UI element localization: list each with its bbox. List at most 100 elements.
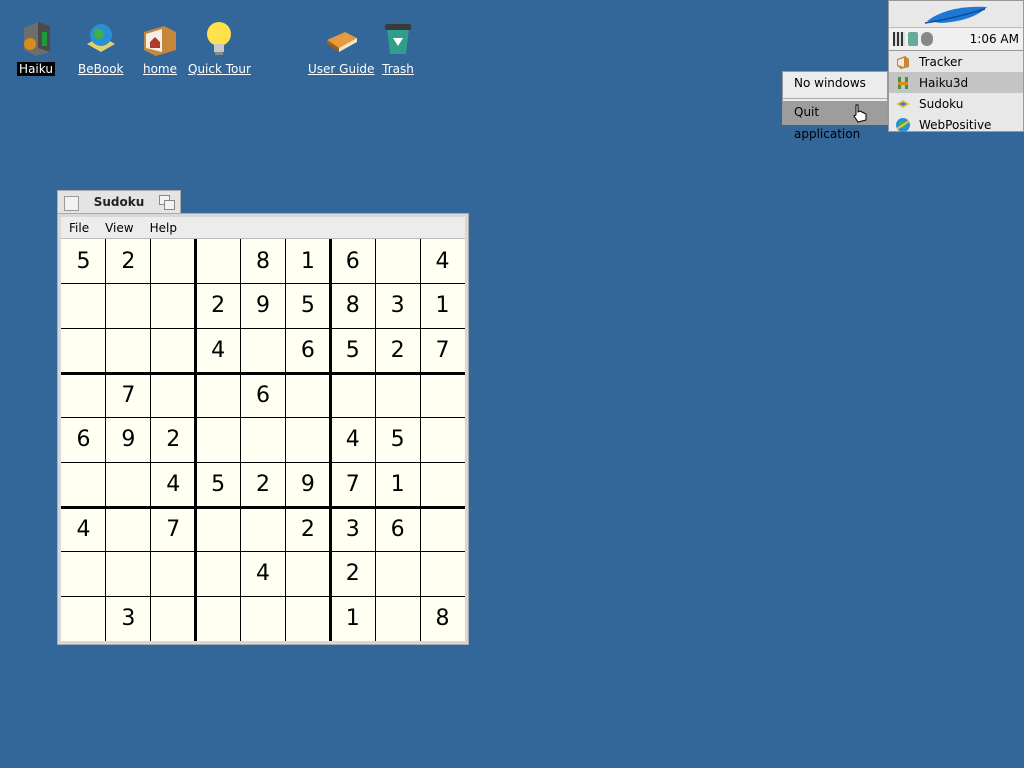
sudoku-cell[interactable]: 5 xyxy=(375,418,420,463)
menu-file[interactable]: File xyxy=(61,221,97,235)
sudoku-cell[interactable]: 3 xyxy=(106,596,151,641)
network-icon[interactable] xyxy=(908,32,918,46)
sudoku-cell[interactable]: 5 xyxy=(330,328,375,373)
sudoku-cell[interactable]: 4 xyxy=(330,418,375,463)
sudoku-cell[interactable]: 8 xyxy=(420,596,465,641)
sudoku-grid[interactable]: 5281642958314652776692454529714723642318 xyxy=(61,239,465,641)
sudoku-cell[interactable] xyxy=(285,373,330,418)
sudoku-cell[interactable] xyxy=(196,507,241,552)
sudoku-cell[interactable] xyxy=(196,418,241,463)
desktop-icon-haiku[interactable]: Haiku xyxy=(16,18,56,77)
sudoku-cell[interactable] xyxy=(61,328,106,373)
menu-help[interactable]: Help xyxy=(142,221,185,235)
sudoku-cell[interactable]: 2 xyxy=(375,328,420,373)
sudoku-cell[interactable] xyxy=(151,373,196,418)
sudoku-cell[interactable] xyxy=(106,284,151,329)
sudoku-cell[interactable]: 4 xyxy=(241,552,286,597)
sudoku-cell[interactable]: 5 xyxy=(285,284,330,329)
sudoku-cell[interactable]: 1 xyxy=(420,284,465,329)
sudoku-cell[interactable]: 7 xyxy=(420,328,465,373)
sudoku-cell[interactable]: 2 xyxy=(241,462,286,507)
menu-view[interactable]: View xyxy=(97,221,141,235)
sudoku-cell[interactable]: 6 xyxy=(330,239,375,284)
window-zoom-button[interactable] xyxy=(159,195,175,210)
sudoku-cell[interactable] xyxy=(420,507,465,552)
deskbar-app-tracker[interactable]: Tracker xyxy=(889,51,1023,72)
sudoku-cell[interactable]: 2 xyxy=(106,239,151,284)
sudoku-cell[interactable] xyxy=(196,239,241,284)
sudoku-cell[interactable]: 8 xyxy=(330,284,375,329)
sudoku-cell[interactable]: 3 xyxy=(330,507,375,552)
sudoku-cell[interactable] xyxy=(151,284,196,329)
deskbar-app-webpositive[interactable]: WebPositive xyxy=(889,114,1023,135)
sudoku-cell[interactable]: 4 xyxy=(420,239,465,284)
sudoku-cell[interactable] xyxy=(106,552,151,597)
cpu-monitor-icon[interactable] xyxy=(893,32,905,46)
sudoku-cell[interactable]: 9 xyxy=(285,462,330,507)
sudoku-cell[interactable] xyxy=(375,596,420,641)
desktop-icon-user-guide[interactable]: User Guide xyxy=(306,18,376,77)
sudoku-cell[interactable] xyxy=(241,507,286,552)
sudoku-cell[interactable] xyxy=(151,239,196,284)
sudoku-cell[interactable]: 6 xyxy=(61,418,106,463)
sudoku-cell[interactable] xyxy=(285,596,330,641)
sudoku-cell[interactable]: 8 xyxy=(241,239,286,284)
sudoku-cell[interactable] xyxy=(330,373,375,418)
sudoku-cell[interactable] xyxy=(151,552,196,597)
sudoku-cell[interactable] xyxy=(241,328,286,373)
menu-item-quit-application[interactable]: Quit application xyxy=(783,101,887,141)
sudoku-cell[interactable] xyxy=(61,552,106,597)
sudoku-cell[interactable]: 2 xyxy=(285,507,330,552)
sudoku-cell[interactable]: 6 xyxy=(285,328,330,373)
deskbar-leaf-button[interactable] xyxy=(889,1,1023,28)
sudoku-cell[interactable] xyxy=(61,284,106,329)
sudoku-cell[interactable] xyxy=(196,552,241,597)
sudoku-cell[interactable]: 4 xyxy=(61,507,106,552)
sudoku-cell[interactable]: 2 xyxy=(151,418,196,463)
sudoku-cell[interactable] xyxy=(241,596,286,641)
media-icon[interactable] xyxy=(921,32,933,46)
sudoku-cell[interactable]: 2 xyxy=(196,284,241,329)
sudoku-cell[interactable]: 3 xyxy=(375,284,420,329)
window-tab[interactable]: Sudoku xyxy=(57,190,181,214)
desktop-icon-trash[interactable]: Trash xyxy=(378,18,418,77)
menu-item-no-windows[interactable]: No windows xyxy=(783,72,887,96)
sudoku-cell[interactable]: 6 xyxy=(241,373,286,418)
sudoku-cell[interactable] xyxy=(61,462,106,507)
desktop-icon-quick-tour[interactable]: Quick Tour xyxy=(186,18,253,77)
sudoku-cell[interactable] xyxy=(375,239,420,284)
clock[interactable]: 1:06 AM xyxy=(970,32,1019,46)
sudoku-cell[interactable]: 1 xyxy=(285,239,330,284)
desktop-icon-bebook[interactable]: BeBook xyxy=(76,18,125,77)
sudoku-cell[interactable]: 5 xyxy=(196,462,241,507)
desktop-icon-home[interactable]: home xyxy=(140,18,180,77)
sudoku-cell[interactable] xyxy=(106,328,151,373)
sudoku-cell[interactable] xyxy=(106,462,151,507)
sudoku-cell[interactable]: 1 xyxy=(375,462,420,507)
sudoku-cell[interactable] xyxy=(106,507,151,552)
sudoku-cell[interactable]: 5 xyxy=(61,239,106,284)
sudoku-cell[interactable] xyxy=(285,418,330,463)
window-close-button[interactable] xyxy=(64,196,79,211)
deskbar-app-sudoku[interactable]: Sudoku xyxy=(889,93,1023,114)
sudoku-cell[interactable] xyxy=(61,596,106,641)
sudoku-cell[interactable]: 9 xyxy=(106,418,151,463)
sudoku-cell[interactable] xyxy=(420,552,465,597)
sudoku-cell[interactable] xyxy=(420,462,465,507)
deskbar-app-haiku3d[interactable]: Haiku3d xyxy=(889,72,1023,93)
sudoku-cell[interactable] xyxy=(151,328,196,373)
sudoku-cell[interactable] xyxy=(420,418,465,463)
sudoku-cell[interactable] xyxy=(375,552,420,597)
sudoku-cell[interactable] xyxy=(151,596,196,641)
sudoku-cell[interactable]: 4 xyxy=(196,328,241,373)
sudoku-cell[interactable]: 1 xyxy=(330,596,375,641)
sudoku-cell[interactable] xyxy=(375,373,420,418)
sudoku-cell[interactable]: 6 xyxy=(375,507,420,552)
sudoku-cell[interactable] xyxy=(196,373,241,418)
sudoku-cell[interactable]: 7 xyxy=(106,373,151,418)
sudoku-cell[interactable]: 9 xyxy=(241,284,286,329)
sudoku-cell[interactable]: 7 xyxy=(330,462,375,507)
sudoku-cell[interactable] xyxy=(285,552,330,597)
sudoku-cell[interactable] xyxy=(420,373,465,418)
sudoku-cell[interactable]: 7 xyxy=(151,507,196,552)
